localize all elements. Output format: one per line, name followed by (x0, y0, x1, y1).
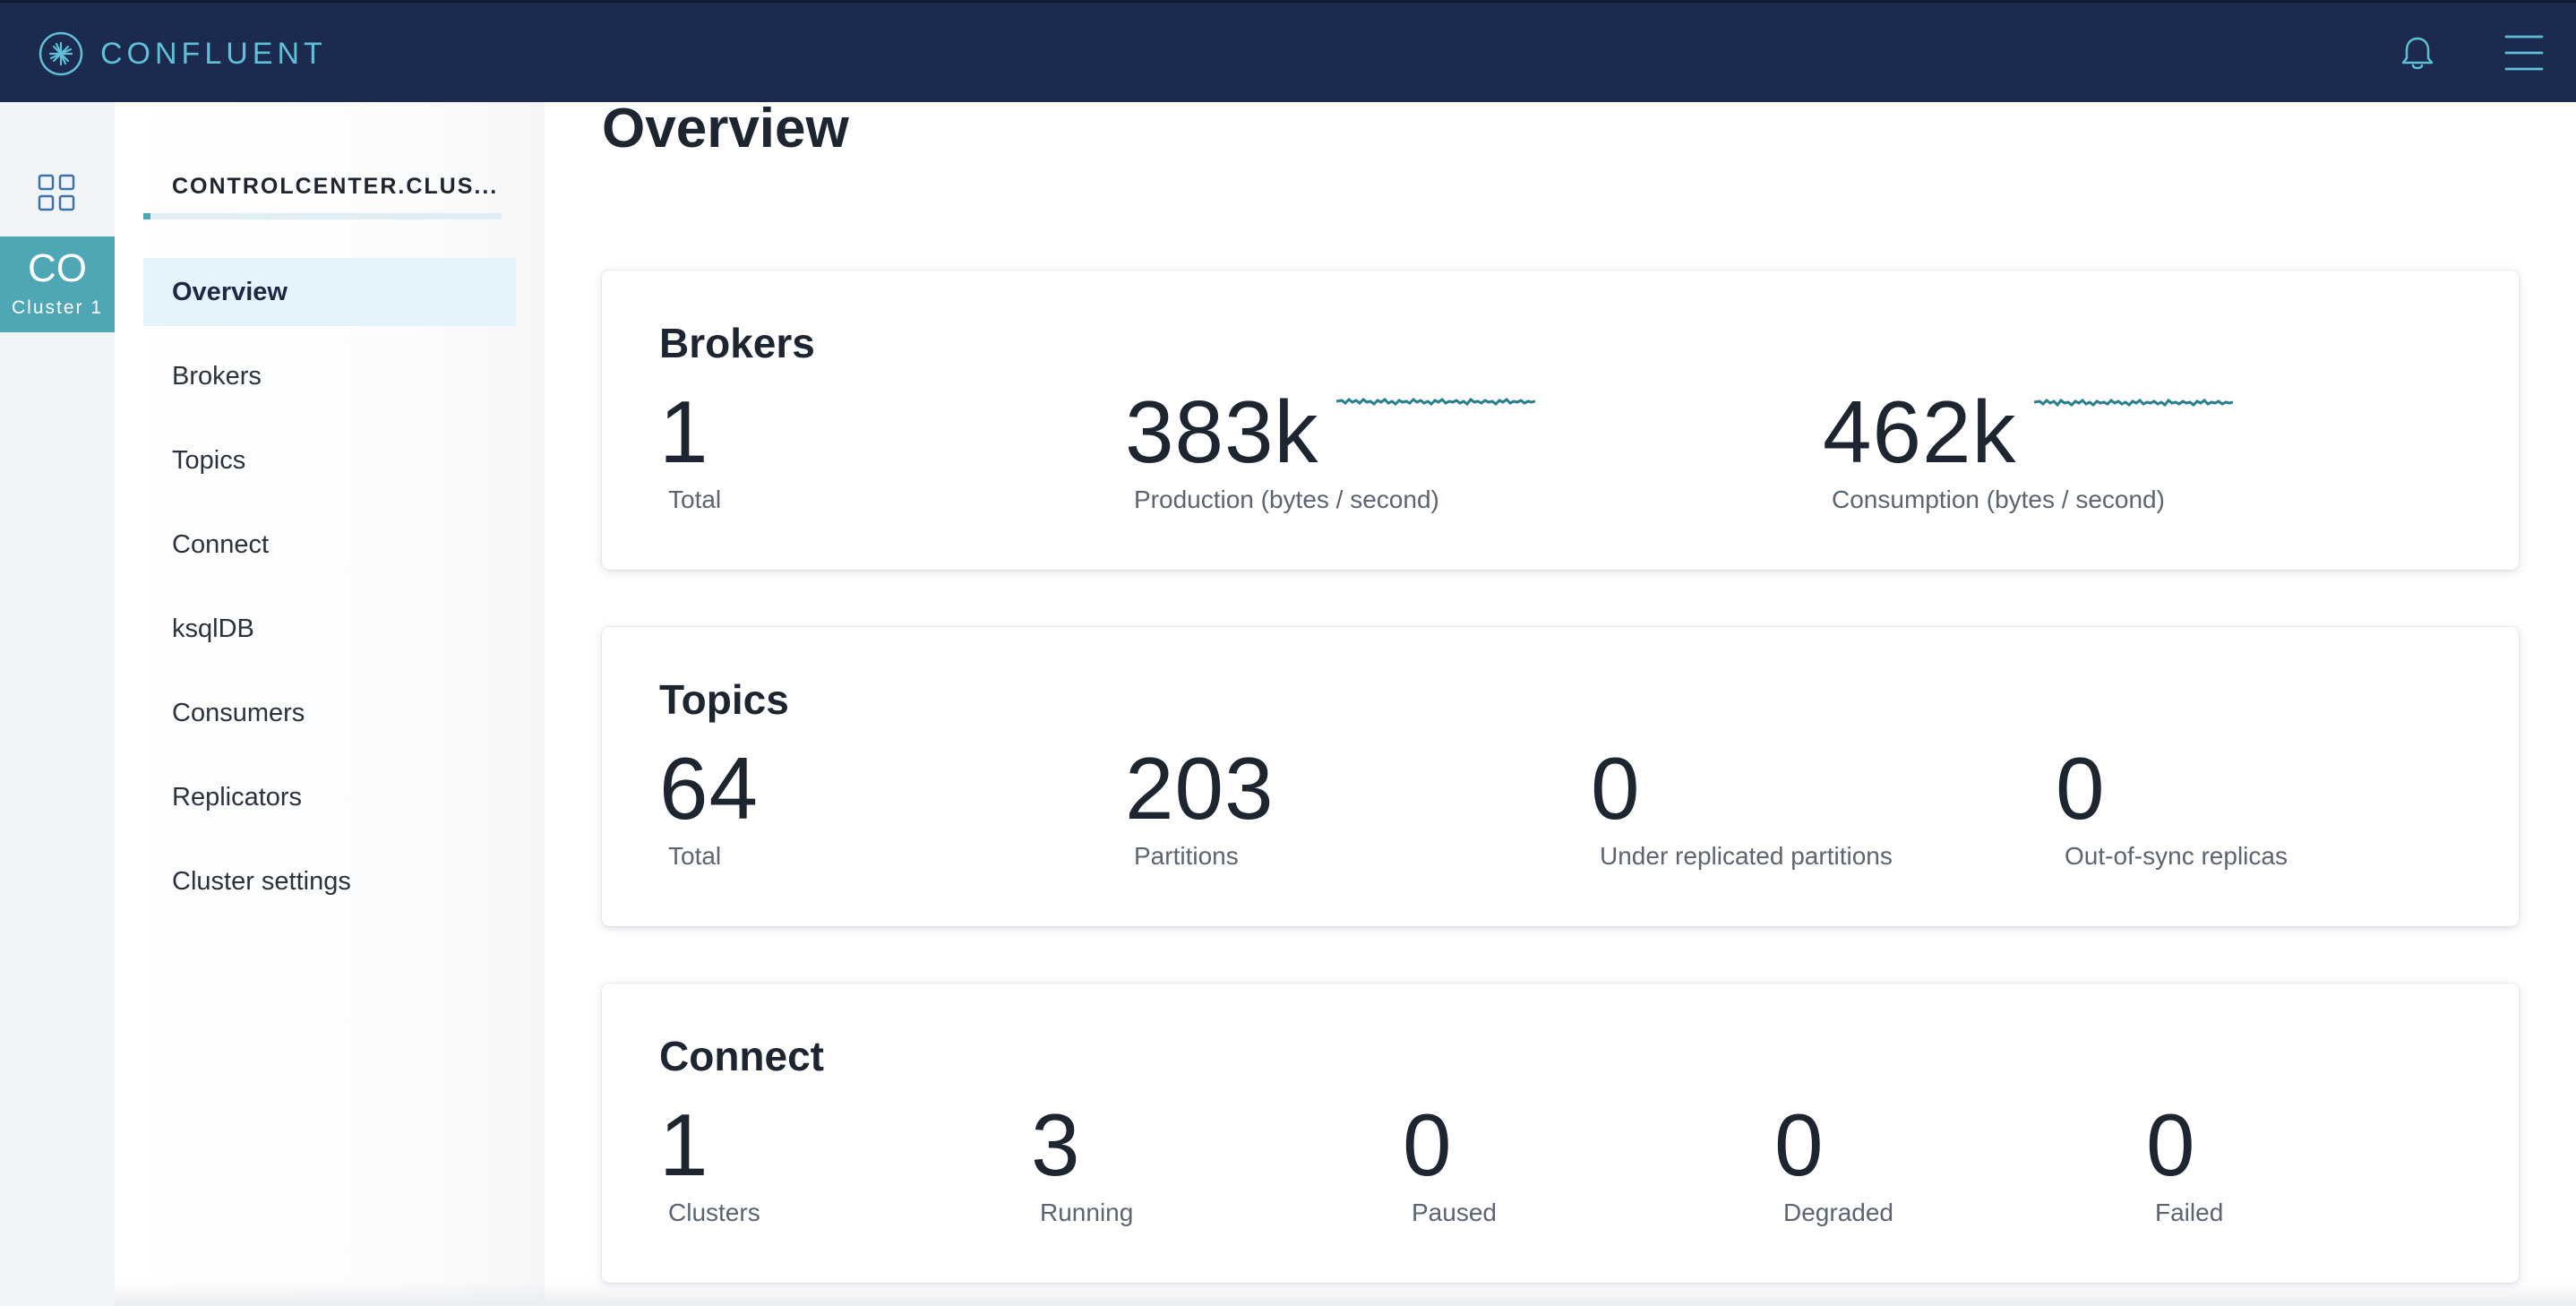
topics-card-title: Topics (659, 676, 789, 723)
production-sparkline (1336, 397, 1535, 407)
connect-degraded-metric: 0 Degraded (1774, 1100, 1893, 1227)
connect-card-title: Connect (659, 1033, 824, 1079)
connect-paused-metric: 0 Paused (1403, 1100, 1497, 1227)
sidebar-item-overview[interactable]: Overview (143, 258, 516, 326)
cluster-title-underline (143, 213, 502, 219)
consumption-metric: 462k Consumption (bytes / second) (1823, 387, 2233, 514)
cluster-abbreviation: CO (28, 246, 87, 290)
sidebar-item-cluster-settings[interactable]: Cluster settings (143, 847, 516, 915)
connect-clusters-label: Clusters (668, 1199, 760, 1226)
cluster-name: Cluster 1 (11, 297, 104, 318)
sidebar-item-connect[interactable]: Connect (143, 511, 516, 579)
cluster-rail: CO Cluster 1 (0, 102, 115, 1306)
bell-icon[interactable] (2397, 33, 2438, 74)
out-of-sync-metric: 0 Out-of-sync replicas (2056, 743, 2288, 871)
brokers-card-title: Brokers (659, 320, 815, 366)
confluent-logo-icon (39, 31, 83, 76)
brand-name: CONFLUENT (100, 36, 327, 71)
topics-total-label: Total (668, 842, 722, 870)
sidebar-item-ksqldb[interactable]: ksqlDB (143, 595, 516, 663)
sidebar-item-replicators[interactable]: Replicators (143, 763, 516, 831)
brokers-total-metric: 1 Total (659, 387, 721, 514)
brokers-total-label: Total (668, 485, 722, 513)
cluster-title: CONTROLCENTER.CLUS... (172, 174, 499, 199)
top-bar: CONFLUENT (0, 0, 2576, 102)
topics-total-value: 64 (659, 739, 760, 838)
grid-icon[interactable] (38, 174, 75, 211)
sidebar-item-topics[interactable]: Topics (143, 426, 516, 494)
connect-paused-label: Paused (1412, 1199, 1497, 1226)
connect-paused-value: 0 (1403, 1095, 1453, 1194)
connect-clusters-value: 1 (659, 1095, 709, 1194)
sidebar: CONTROLCENTER.CLUS... Overview Brokers T… (115, 102, 545, 1306)
page-title: Overview (602, 98, 849, 159)
connect-card[interactable]: Connect 1 Clusters 3 Running 0 Paused 0 … (602, 984, 2519, 1283)
connect-failed-metric: 0 Failed (2146, 1100, 2223, 1227)
production-metric: 383k Production (bytes / second) (1125, 387, 1535, 514)
partitions-metric: 203 Partitions (1125, 743, 1275, 871)
out-of-sync-label: Out-of-sync replicas (2065, 842, 2288, 870)
connect-failed-label: Failed (2155, 1199, 2224, 1226)
connect-failed-value: 0 (2146, 1095, 2196, 1194)
out-of-sync-value: 0 (2056, 739, 2106, 838)
connect-running-label: Running (1040, 1199, 1134, 1226)
under-replicated-value: 0 (1591, 739, 1641, 838)
sidebar-item-brokers[interactable]: Brokers (143, 342, 516, 410)
underline-accent (143, 213, 150, 219)
cluster-tile[interactable]: CO Cluster 1 (0, 236, 115, 332)
partitions-label: Partitions (1134, 842, 1239, 870)
sidebar-item-consumers[interactable]: Consumers (143, 679, 516, 747)
consumption-sparkline (2034, 398, 2233, 408)
topics-card[interactable]: Topics 64 Total 203 Partitions 0 Under r… (602, 627, 2519, 926)
menu-icon[interactable] (2503, 31, 2546, 74)
consumption-label: Consumption (bytes / second) (1832, 485, 2165, 513)
sidebar-nav: Overview Brokers Topics Connect ksqlDB C… (143, 258, 516, 932)
under-replicated-metric: 0 Under replicated partitions (1591, 743, 1893, 871)
confluent-logo[interactable]: CONFLUENT (38, 28, 327, 80)
connect-degraded-label: Degraded (1783, 1199, 1893, 1226)
connect-degraded-value: 0 (1774, 1095, 1825, 1194)
partitions-value: 203 (1125, 739, 1275, 838)
brokers-card[interactable]: Brokers 1 Total 383k Production (bytes /… (602, 271, 2519, 570)
connect-running-metric: 3 Running (1031, 1100, 1133, 1227)
brokers-total-value: 1 (659, 382, 709, 481)
production-label: Production (bytes / second) (1134, 485, 1439, 513)
connect-running-value: 3 (1031, 1095, 1081, 1194)
connect-clusters-metric: 1 Clusters (659, 1100, 760, 1227)
topics-total-metric: 64 Total (659, 743, 759, 871)
under-replicated-label: Under replicated partitions (1600, 842, 1893, 870)
bottom-fade (115, 1281, 2576, 1306)
